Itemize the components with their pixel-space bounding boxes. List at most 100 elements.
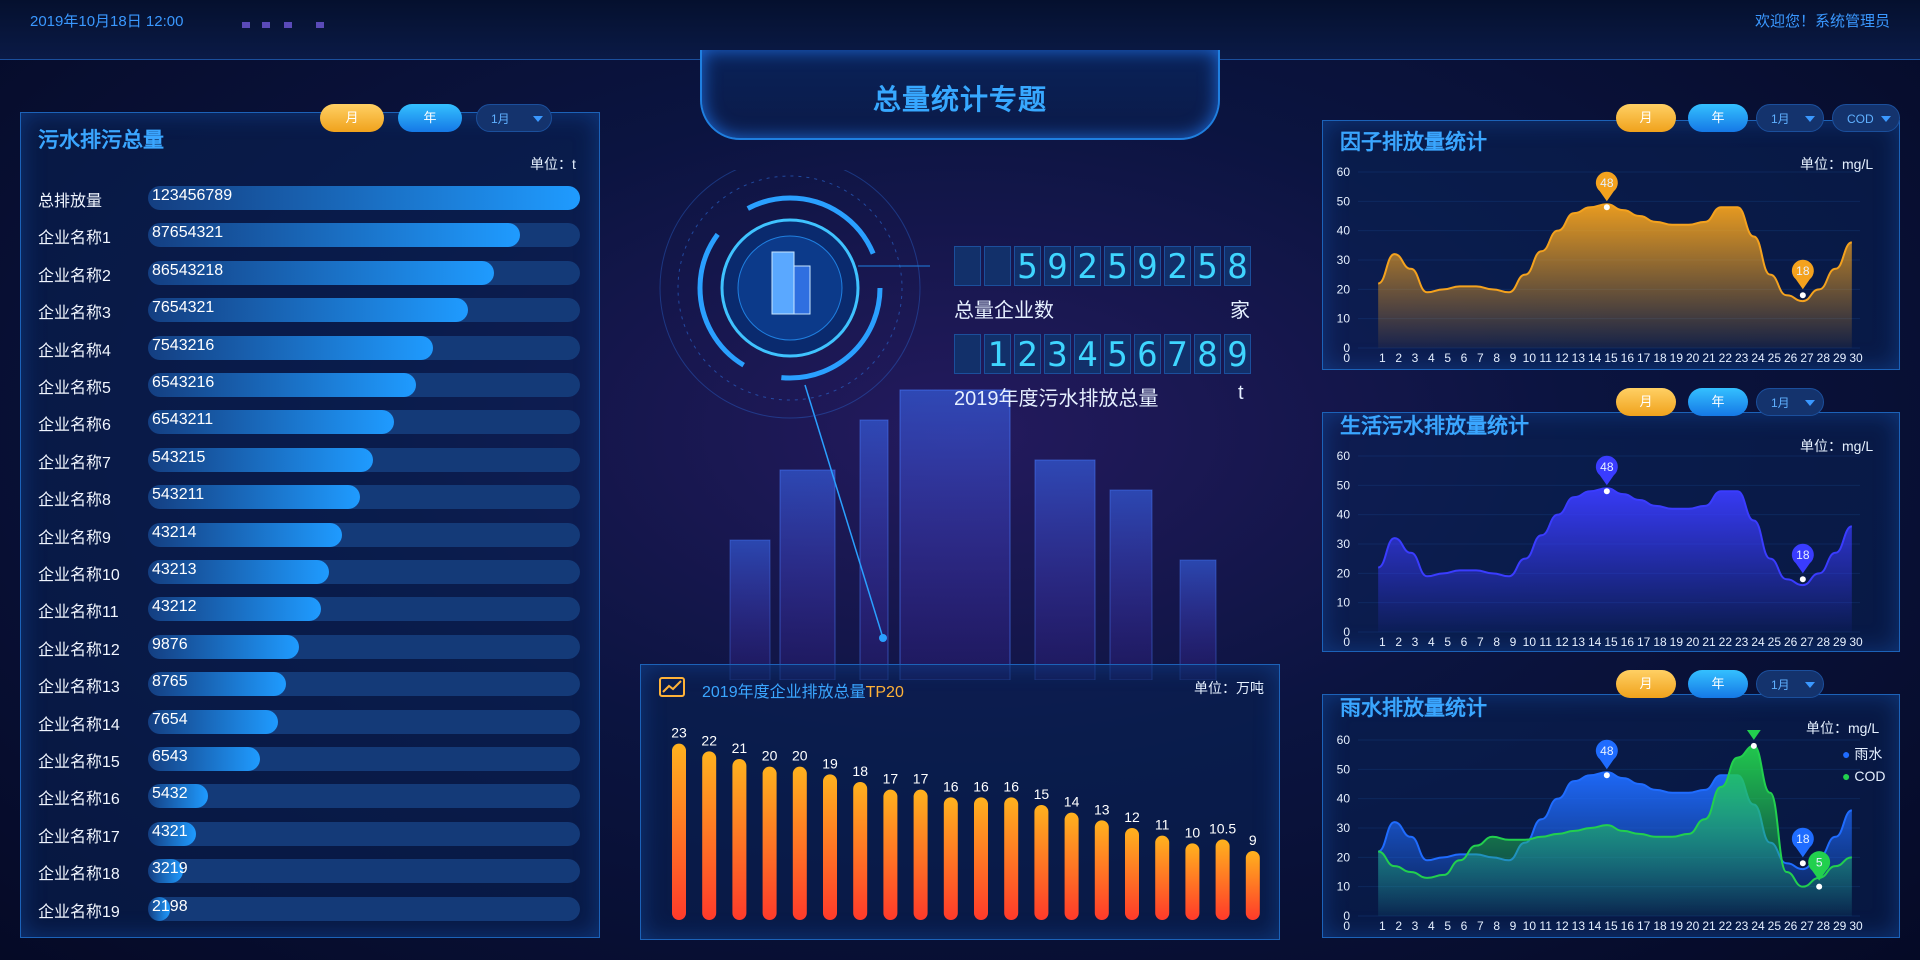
ranking-bar-track [148,747,580,771]
digit-cell: 4 [1074,334,1101,375]
ranking-name: 企业名称6 [38,417,111,435]
deco-dot [284,22,292,28]
bar [672,743,686,920]
x-tick-label: 16 [1621,351,1635,362]
ranking-name: 企业名称17 [38,828,120,846]
month-select[interactable]: 1月 [476,104,552,132]
ranking-row[interactable]: 企业名称16 5432 [38,782,580,809]
month-select-value: 1月 [1771,678,1790,692]
x-tick-label: 11 [1539,635,1552,646]
x-tick-label: 24 [1751,635,1765,646]
tab-month[interactable]: 月 [1616,388,1676,416]
ranking-row[interactable]: 企业名称19 2198 [38,895,580,921]
month-select-value: 1月 [1771,112,1790,126]
digit-cell: 5 [1104,334,1131,375]
x-tick-label: 7 [1477,635,1484,646]
ranking-row[interactable]: 企业名称8 543211 [38,483,580,510]
ranking-row[interactable]: 企业名称5 6543216 [38,371,580,397]
ranking-row[interactable]: 企业名称18 3219 [38,857,580,884]
x-tick-label: 19 [1670,351,1684,362]
y-tick-label: 50 [1337,762,1351,776]
x-tick-label: 21 [1702,635,1716,646]
tab-year[interactable]: 年 [398,104,462,132]
ranking-row[interactable]: 企业名称15 6543 [38,745,580,771]
month-select[interactable]: 1月 [1756,670,1824,698]
ranking-row[interactable]: 企业名称11 43212 [38,595,580,622]
welcome-text[interactable]: 欢迎您！系统管理员 [1755,10,1890,31]
tab-month[interactable]: 月 [1616,670,1676,698]
ranking-row[interactable]: 企业名称4 7543216 [38,334,580,360]
month-select[interactable]: 1月 [1756,104,1824,132]
y-tick-label: 50 [1337,194,1351,208]
ranking-row[interactable]: 企业名称7 543215 [38,446,580,472]
bar [1094,820,1109,920]
tab-month[interactable]: 月 [320,104,384,132]
tab-year[interactable]: 年 [1688,388,1748,416]
digit-cell [984,246,1011,286]
x-tick-label: 24 [1751,351,1765,362]
ranking-row[interactable]: 企业名称3 7654321 [38,296,580,323]
ranking-value: 7543216 [152,336,215,354]
ranking-name: 企业名称9 [38,529,111,547]
top20-title: 2019年度企业排放总量TP20 [702,678,904,702]
x-tick-label: 13 [1572,635,1586,646]
x-tick-label: 28 [1817,351,1831,362]
ranking-row[interactable]: 企业名称1 87654321 [38,221,580,248]
factor-select[interactable]: COD [1832,104,1900,132]
x-tick-label: 4 [1428,919,1435,930]
x-tick-label: 30 [1849,919,1863,930]
marker-dot [1603,204,1610,211]
ranking-row[interactable]: 企业名称9 43214 [38,521,580,547]
x-tick-label: 9 [1510,635,1517,646]
x-tick-label: 15 [1604,635,1618,646]
ranking-row[interactable]: 企业名称12 9876 [38,633,580,659]
deco-dot [242,22,250,28]
ranking-row[interactable]: 企业名称6 6543211 [38,408,580,435]
ranking-bar-track [148,821,580,846]
ranking-row[interactable]: 企业名称10 43213 [38,558,580,584]
x-tick-label: 18 [1653,351,1667,362]
bar-value-label: 16 [1003,778,1019,794]
y-tick-label: 60 [1337,165,1351,179]
ranking-value: 43214 [152,523,197,541]
x-tick-label: 29 [1833,919,1847,930]
x-tick-label: 29 [1833,351,1847,362]
bar [1155,835,1170,920]
x-tick-label: 0 [1343,919,1350,930]
ranking-row[interactable]: 企业名称17 4321 [38,820,580,846]
x-tick-label: 16 [1621,635,1635,646]
digit-cell: 5 [1014,246,1041,287]
tab-month[interactable]: 月 [1616,104,1676,132]
ranking-name: 企业名称5 [38,380,111,397]
digit-cell [954,334,981,374]
marker-label: 18 [1796,548,1810,562]
y-tick-label: 60 [1337,449,1351,463]
top20-title-highlight: TP20 [865,684,904,701]
marker-label: 18 [1796,832,1810,846]
bar-value-label: 22 [701,732,717,748]
bar-value-label: 18 [852,763,868,779]
bar [853,782,868,920]
x-tick-label: 25 [1768,351,1782,362]
month-select[interactable]: 1月 [1756,388,1824,416]
x-tick-label: 27 [1800,919,1814,930]
tab-year[interactable]: 年 [1688,104,1748,132]
x-tick-label: 12 [1555,351,1569,362]
x-tick-label: 17 [1637,635,1651,646]
bar-value-label: 17 [913,771,929,787]
x-tick-label: 21 [1702,351,1716,362]
ranking-value: 6543 [152,748,188,765]
tab-year[interactable]: 年 [1688,670,1748,698]
x-tick-label: 5 [1444,919,1451,930]
ranking-row[interactable]: 企业名称13 8765 [38,670,580,697]
ranking-row[interactable]: 企业名称2 86543218 [38,259,580,285]
ranking-row[interactable]: 总排放量 123456789 [38,184,580,210]
rainwater-title: 雨水排放量统计 [1340,697,1487,720]
ranking-name: 企业名称10 [38,567,120,584]
rainwater-area-chart: 01020304050601 2 3 4 5 6 7 8 9 10 11 12 13 14 15 16 17 18… [1337,730,1863,930]
chevron-down-icon [1881,116,1891,122]
bar [943,797,958,920]
digit-cell: 6 [1134,334,1161,375]
ranking-row[interactable]: 企业名称14 7654 [38,708,580,734]
x-tick-label: 25 [1768,635,1782,646]
